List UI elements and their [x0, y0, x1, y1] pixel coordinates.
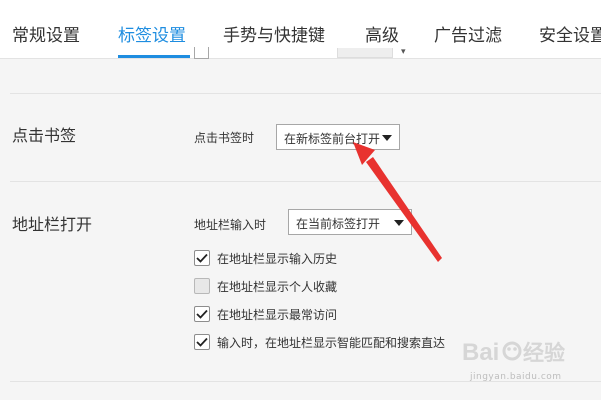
svg-text:Bai: Bai [462, 339, 499, 366]
baidu-jingyan-watermark-logo: Bai 经验 [462, 339, 565, 366]
watermark-url: jingyan.baidu.com [470, 372, 562, 382]
svg-text:经验: 经验 [523, 341, 565, 365]
